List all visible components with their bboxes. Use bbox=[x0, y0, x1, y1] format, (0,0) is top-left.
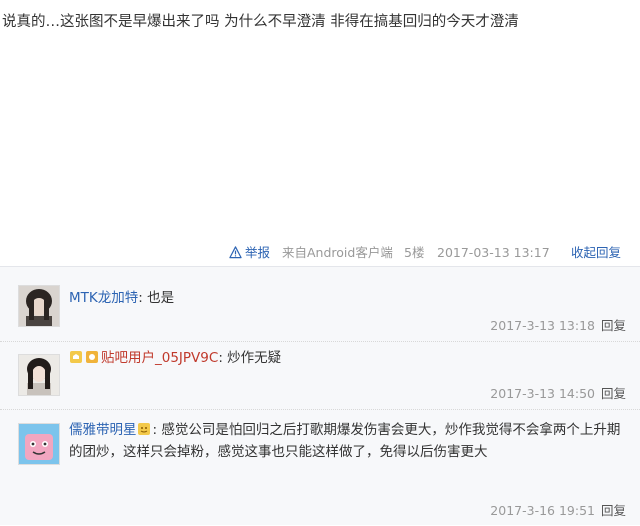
reply-text: 炒作无疑 bbox=[227, 350, 282, 366]
reply-time: 2017-3-16 19:51 bbox=[490, 503, 595, 518]
user-avatar-image bbox=[19, 424, 59, 464]
reply-button[interactable]: 回复 bbox=[601, 318, 626, 333]
reply-time: 2017-3-13 14:50 bbox=[490, 386, 595, 401]
post-meta-bar: 举报 来自Android客户端 5楼 2017-03-13 13:17 收起回复 bbox=[0, 242, 640, 264]
reply-separator: : bbox=[218, 350, 228, 366]
report-link[interactable]: 举报 bbox=[229, 242, 270, 264]
collapse-replies-link[interactable]: 收起回复 bbox=[571, 242, 621, 264]
reply-footer: 2017-3-16 19:51 回复 bbox=[490, 500, 626, 519]
reply-content: MTK龙加特: 也是 bbox=[69, 287, 626, 309]
avatar[interactable] bbox=[18, 354, 60, 396]
avatar[interactable] bbox=[18, 285, 60, 327]
reply-username[interactable]: 贴吧用户_05JPV9C bbox=[101, 350, 218, 366]
reply-button[interactable]: 回复 bbox=[601, 386, 626, 401]
floor-number: 5楼 bbox=[404, 245, 425, 260]
reply-content: 儒雅带明星 : 感觉公司是怕回归之后打歌期爆发伤害会更大，炒作我觉得不会拿两个上… bbox=[69, 419, 626, 463]
client-source: 来自Android客户端 bbox=[282, 245, 393, 260]
reply-item: MTK龙加特: 也是 2017-3-13 13:18 回复 bbox=[0, 267, 640, 342]
reply-text: 也是 bbox=[147, 290, 175, 306]
reply-footer: 2017-3-13 14:50 回复 bbox=[490, 383, 626, 402]
post-timestamp: 2017-03-13 13:17 bbox=[437, 245, 550, 260]
warning-icon bbox=[229, 246, 242, 259]
reply-item: 贴吧用户_05JPV9C: 炒作无疑 2017-3-13 14:50 回复 bbox=[0, 341, 640, 410]
reply-username[interactable]: MTK龙加特 bbox=[69, 290, 138, 306]
avatar[interactable] bbox=[18, 423, 60, 465]
reply-content: 贴吧用户_05JPV9C: 炒作无疑 bbox=[69, 347, 626, 369]
level-badge-icon bbox=[86, 351, 98, 363]
user-avatar-image bbox=[19, 286, 59, 326]
reply-item: 儒雅带明星 : 感觉公司是怕回归之后打歌期爆发伤害会更大，炒作我觉得不会拿两个上… bbox=[0, 409, 640, 526]
reply-username[interactable]: 儒雅带明星 bbox=[69, 422, 137, 438]
reply-panel: MTK龙加特: 也是 2017-3-13 13:18 回复 贴吧用户_05JPV… bbox=[0, 266, 640, 525]
member-badge-icon bbox=[70, 351, 82, 363]
reply-footer: 2017-3-13 13:18 回复 bbox=[490, 315, 626, 334]
user-avatar-image bbox=[19, 355, 59, 395]
reply-button[interactable]: 回复 bbox=[601, 503, 626, 518]
report-label: 举报 bbox=[245, 245, 271, 260]
post-content: 说真的…这张图不是早爆出来了吗 为什么不早澄清 非得在搞基回归的今天才澄清 bbox=[2, 14, 519, 30]
reply-time: 2017-3-13 13:18 bbox=[490, 318, 595, 333]
vip-badge-icon bbox=[137, 423, 150, 435]
reply-separator: : bbox=[138, 290, 148, 306]
